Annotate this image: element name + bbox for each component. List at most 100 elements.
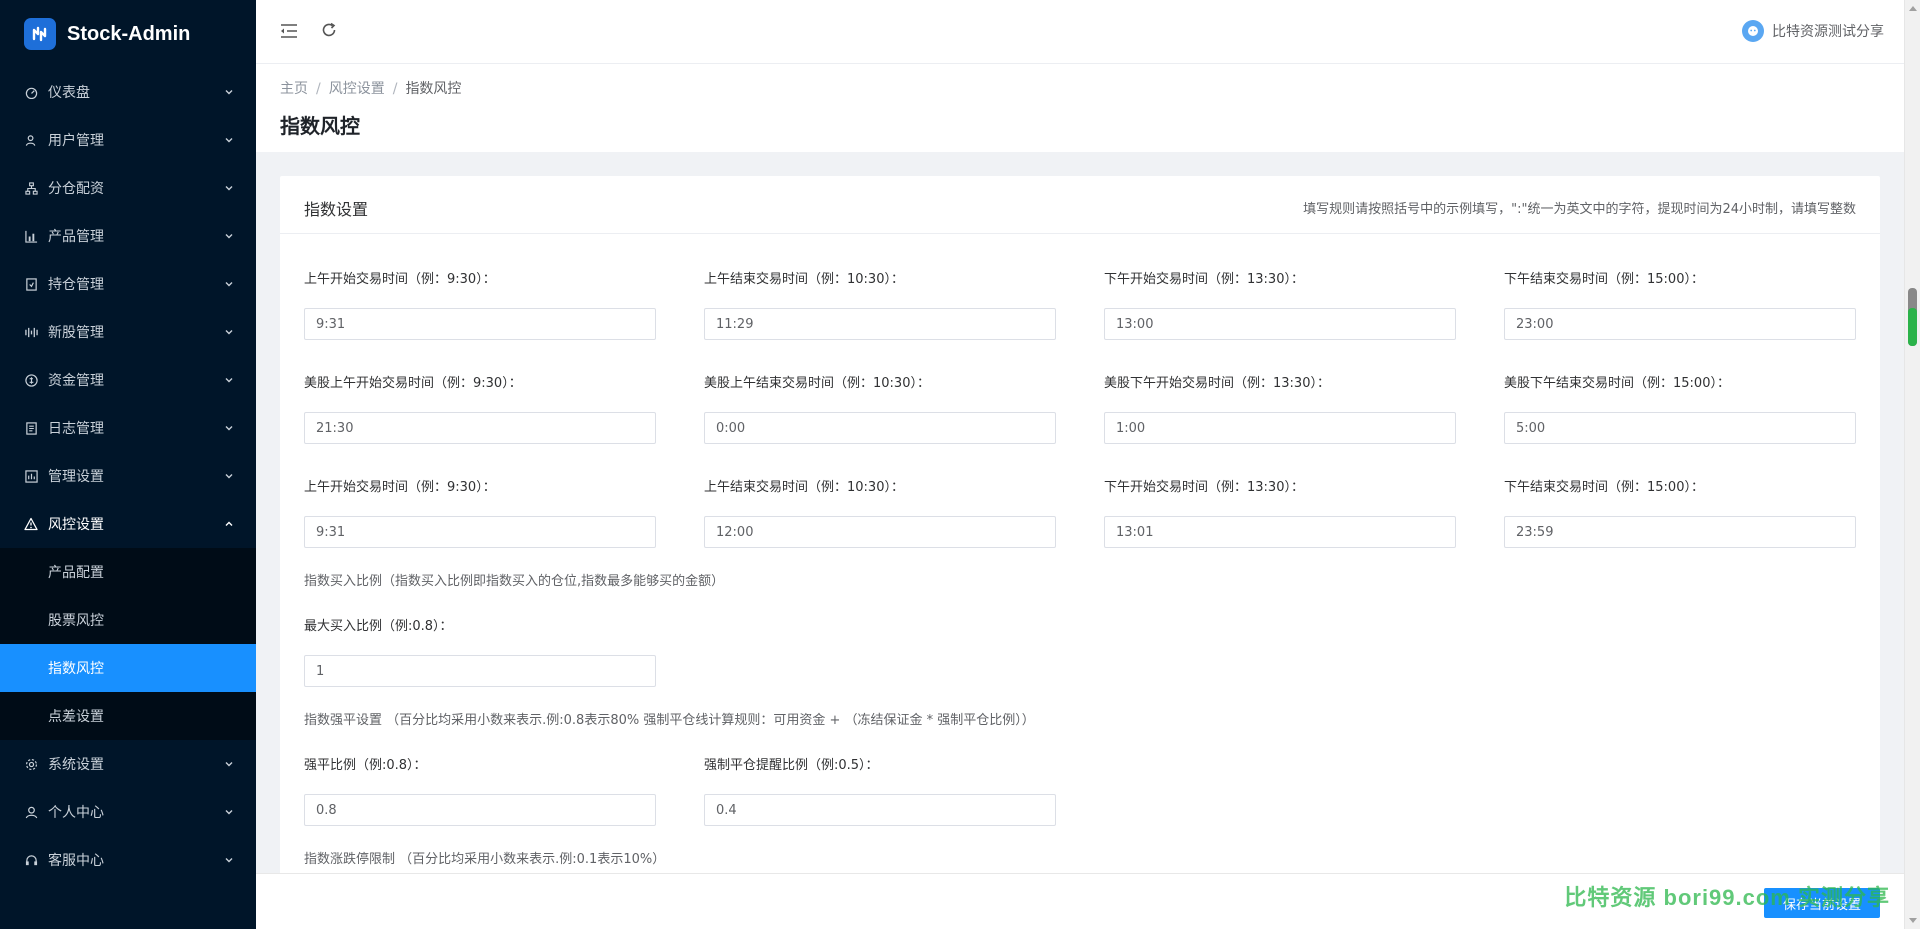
user-menu[interactable]: 比特资源测试分享: [1742, 20, 1884, 42]
field-label: 美股上午结束交易时间（例：10:30）：: [704, 376, 930, 391]
us-pm-end-time-field: 美股下午结束交易时间（例：15:00）： 5:00: [1504, 372, 1856, 444]
sidebar-item-risk-control[interactable]: 风控设置: [0, 500, 256, 548]
sidebar-item-label: 用户管理: [48, 133, 104, 149]
position-icon: [24, 277, 38, 291]
sidebar-item-customer-service[interactable]: 客服中心: [0, 836, 256, 884]
field-label: 上午开始交易时间（例：9:30）：: [304, 272, 496, 287]
pm-end-time-field: 下午结束交易时间（例：15:00）： 23:00: [1504, 268, 1856, 340]
breadcrumb-home[interactable]: 主页: [280, 81, 308, 97]
pm-start-time-input[interactable]: 13:00: [1104, 308, 1456, 340]
submenu-item-stock-risk[interactable]: 股票风控: [0, 596, 256, 644]
pm-start-time-input-2[interactable]: 13:01: [1104, 516, 1456, 548]
sidebar-item-funds[interactable]: 资金管理: [0, 356, 256, 404]
us-pm-start-time-field: 美股下午开始交易时间（例：13:30）： 1:00: [1104, 372, 1456, 444]
submenu-item-spread-settings[interactable]: 点差设置: [0, 692, 256, 740]
breadcrumb: 主页 / 风控设置 / 指数风控: [280, 78, 461, 98]
am-start-time-input[interactable]: 9:31: [304, 308, 656, 340]
gear-icon: [24, 757, 38, 771]
chevron-down-icon: [225, 90, 233, 95]
users-icon: [24, 133, 38, 147]
liquidation-warning-ratio-input[interactable]: 0.4: [704, 794, 1056, 826]
am-end-time-input[interactable]: 11:29: [704, 308, 1056, 340]
risk-submenu: 产品配置 股票风控 指数风控 点差设置: [0, 548, 256, 740]
sidebar-item-dashboard[interactable]: 仪表盘: [0, 68, 256, 116]
sidebar-item-label: 资金管理: [48, 373, 104, 389]
username: 比特资源测试分享: [1772, 24, 1884, 40]
sidebar-item-logs[interactable]: 日志管理: [0, 404, 256, 452]
pm-start-time-field: 下午开始交易时间（例：13:30）： 13:00: [1104, 268, 1456, 340]
branch-icon: [24, 181, 38, 195]
liquidation-warning-ratio-field: 强制平仓提醒比例（例:0.5）： 0.4: [704, 754, 1056, 826]
max-buy-ratio-input[interactable]: 1: [304, 655, 656, 687]
chevron-down-icon: [225, 138, 233, 143]
logo[interactable]: Stock-Admin: [0, 0, 256, 68]
sidebar-item-ipo[interactable]: 新股管理: [0, 308, 256, 356]
chevron-down-icon: [225, 762, 233, 767]
liquidation-ratio-input[interactable]: 0.8: [304, 794, 656, 826]
warning-icon: [24, 517, 38, 531]
settings-card: 指数设置 填写规则请按照括号中的示例填写，":"统一为英文中的字符，提现时间为2…: [280, 176, 1880, 929]
watermark: 比特资源 bori99.com 实测分享: [1564, 885, 1890, 910]
breadcrumb-parent[interactable]: 风控设置: [329, 81, 385, 97]
sidebar-item-products[interactable]: 产品管理: [0, 212, 256, 260]
us-am-end-time-input[interactable]: 0:00: [704, 412, 1056, 444]
am-start-time-input-2[interactable]: 9:31: [304, 516, 656, 548]
breadcrumb-separator: /: [392, 81, 398, 97]
chevron-down-icon: [225, 234, 233, 239]
us-am-start-time-input[interactable]: 21:30: [304, 412, 656, 444]
user-icon: [24, 805, 38, 819]
sidebar-item-branch[interactable]: 分仓配资: [0, 164, 256, 212]
sidebar-item-admin-settings[interactable]: 管理设置: [0, 452, 256, 500]
field-label: 下午结束交易时间（例：15:00）：: [1504, 480, 1704, 495]
us-am-start-time-field: 美股上午开始交易时间（例：9:30）： 21:30: [304, 372, 656, 444]
sidebar-item-label: 系统设置: [48, 757, 104, 773]
chevron-down-icon: [225, 810, 233, 815]
buy-ratio-note: 指数买入比例（指数买入比例即指数买入的仓位,指数最多能够买的金额）: [304, 574, 725, 589]
scroll-up-arrow-icon[interactable]: [1909, 6, 1917, 11]
field-label: 美股下午开始交易时间（例：13:30）：: [1104, 376, 1330, 391]
field-label: 强平比例（例:0.8）：: [304, 758, 427, 773]
refresh-icon[interactable]: [318, 19, 340, 41]
card-header: 指数设置 填写规则请按照括号中的示例填写，":"统一为英文中的字符，提现时间为2…: [280, 176, 1880, 234]
logo-icon: [24, 18, 56, 50]
chevron-down-icon: [225, 330, 233, 335]
menu-fold-icon[interactable]: [278, 20, 300, 42]
field-label: 上午结束交易时间（例：10:30）：: [704, 272, 904, 287]
us-pm-start-time-input[interactable]: 1:00: [1104, 412, 1456, 444]
field-label: 下午开始交易时间（例：13:30）：: [1104, 480, 1304, 495]
dashboard-icon: [24, 85, 38, 99]
pm-end-time-input-2[interactable]: 23:59: [1504, 516, 1856, 548]
chevron-down-icon: [225, 282, 233, 287]
chevron-down-icon: [225, 186, 233, 191]
am-end-time-input-2[interactable]: 12:00: [704, 516, 1056, 548]
sidebar-item-personal-center[interactable]: 个人中心: [0, 788, 256, 836]
submenu-item-index-risk[interactable]: 指数风控: [0, 644, 256, 692]
chevron-down-icon: [225, 858, 233, 863]
sidebar-item-label: 客服中心: [48, 853, 104, 869]
am-end-time-field-2: 上午结束交易时间（例：10:30）： 12:00: [704, 476, 1056, 548]
money-icon: [24, 373, 38, 387]
chevron-down-icon: [225, 426, 233, 431]
scrollbar[interactable]: [1904, 0, 1920, 929]
card-title: 指数设置: [304, 200, 369, 219]
submenu-item-product-config[interactable]: 产品配置: [0, 548, 256, 596]
sidebar-item-system-settings[interactable]: 系统设置: [0, 740, 256, 788]
sidebar-item-label: 风控设置: [48, 517, 104, 533]
sidebar-item-label: 个人中心: [48, 805, 104, 821]
chevron-down-icon: [225, 474, 233, 479]
sidebar-item-label: 新股管理: [48, 325, 104, 341]
pm-end-time-input[interactable]: 23:00: [1504, 308, 1856, 340]
chevron-down-icon: [225, 378, 233, 383]
field-label: 下午开始交易时间（例：13:30）：: [1104, 272, 1304, 287]
scroll-down-arrow-icon[interactable]: [1909, 918, 1917, 923]
sidebar-item-label: 管理设置: [48, 469, 104, 485]
pm-end-time-field-2: 下午结束交易时间（例：15:00）： 23:59: [1504, 476, 1856, 548]
us-pm-end-time-input[interactable]: 5:00: [1504, 412, 1856, 444]
sidebar-item-users[interactable]: 用户管理: [0, 116, 256, 164]
am-end-time-field: 上午结束交易时间（例：10:30）： 11:29: [704, 268, 1056, 340]
field-label: 强制平仓提醒比例（例:0.5）：: [704, 758, 879, 773]
sidebar-item-positions[interactable]: 持仓管理: [0, 260, 256, 308]
scrollbar-thumb-accent: [1908, 308, 1917, 346]
max-buy-ratio-field: 最大买入比例（例:0.8）： 1: [304, 615, 656, 687]
field-label: 上午开始交易时间（例：9:30）：: [304, 480, 496, 495]
